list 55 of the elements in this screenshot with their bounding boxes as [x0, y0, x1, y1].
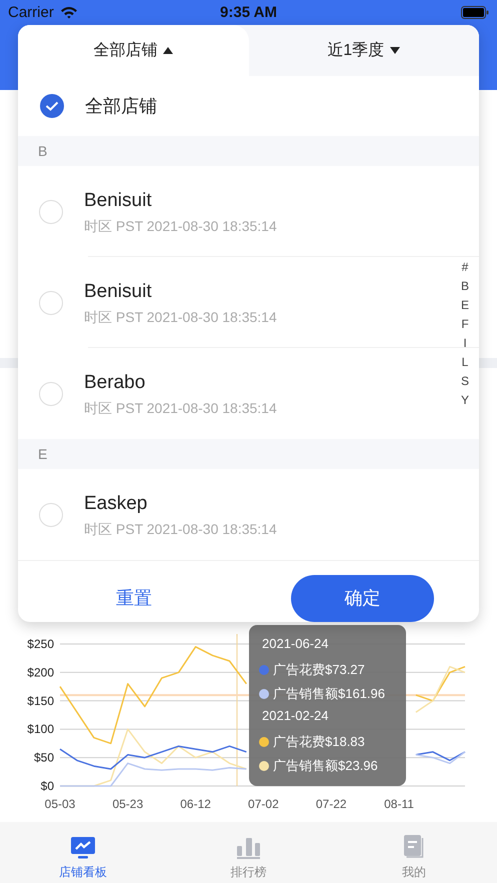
store-timezone: 时区 PST 2021-08-30 18:35:14 — [84, 400, 277, 418]
store-timezone: 时区 PST 2021-08-30 18:35:14 — [84, 308, 277, 326]
y-axis-label: $100 — [27, 722, 54, 736]
y-axis-label: $200 — [27, 665, 54, 680]
index-letter[interactable]: Y — [460, 391, 469, 410]
store-name: Benisuit — [84, 280, 153, 302]
index-letter[interactable]: S — [460, 372, 469, 391]
index-letter[interactable]: F — [461, 315, 469, 334]
store-item[interactable]: Easkep 时区 PST 2021-08-30 18:35:14 — [18, 469, 451, 560]
carrier-label: Carrier — [8, 4, 54, 21]
filter-tab[interactable]: 近1季度 — [248, 25, 479, 76]
store-name: Berabo — [84, 372, 146, 394]
wifi-icon — [60, 6, 78, 19]
index-letter[interactable]: E — [460, 296, 469, 315]
x-axis-label: 05-23 — [112, 797, 144, 811]
tooltip-date: 2021-02-24 — [261, 707, 330, 725]
confirm-button[interactable]: 确定 — [291, 574, 434, 622]
bar-chart-icon — [236, 836, 262, 860]
section-letter: B — [38, 143, 48, 159]
store-timezone: 时区 PST 2021-08-30 18:35:14 — [84, 520, 277, 538]
index-letter[interactable]: # — [462, 258, 468, 277]
section-letter: E — [38, 446, 48, 462]
tooltip-value: 广告销售额$161.96 — [273, 685, 385, 703]
caret-icon — [390, 47, 400, 54]
x-axis-label: 08-11 — [384, 797, 414, 811]
reset-button[interactable]: 重置 — [18, 585, 250, 611]
x-axis-label: 06-12 — [180, 797, 211, 811]
index-letter[interactable]: I — [463, 334, 467, 353]
tooltip-value: 广告销售额$23.96 — [273, 757, 378, 775]
x-axis-label: 07-22 — [316, 797, 347, 811]
battery-icon — [461, 6, 489, 19]
y-axis-label: $250 — [27, 637, 54, 651]
index-letter[interactable]: B — [460, 277, 469, 296]
store-item[interactable]: Berabo 时区 PST 2021-08-30 18:35:14 — [18, 348, 451, 439]
store-timezone: 时区 PST 2021-08-30 18:35:14 — [84, 218, 277, 236]
filter-tab[interactable]: 全部店铺 — [18, 25, 248, 76]
radio-button[interactable] — [40, 94, 64, 118]
status-time: 9:35 AM — [219, 4, 278, 21]
index-letter[interactable]: L — [462, 353, 468, 372]
tooltip-value: 广告花费$18.83 — [273, 733, 365, 751]
y-axis-label: $50 — [34, 750, 54, 765]
store-name: Easkep — [84, 492, 148, 514]
check-icon — [45, 101, 59, 111]
store-name: Benisuit — [84, 190, 153, 212]
y-axis-label: $0 — [40, 779, 54, 793]
tooltip-date: 2021-06-24 — [261, 635, 330, 653]
tab-bar-item[interactable]: 店铺看板 — [0, 822, 166, 883]
chart-monitor-icon — [70, 836, 96, 860]
list-item[interactable]: 全部店铺 — [18, 76, 479, 136]
tooltip-value: 广告花费$73.27 — [273, 661, 365, 679]
option-label: 全部店铺 — [85, 95, 157, 118]
y-axis-label: $150 — [27, 694, 54, 708]
x-axis-label: 07-02 — [248, 797, 279, 811]
x-axis-label: 05-03 — [44, 797, 76, 811]
caret-icon — [163, 47, 174, 54]
